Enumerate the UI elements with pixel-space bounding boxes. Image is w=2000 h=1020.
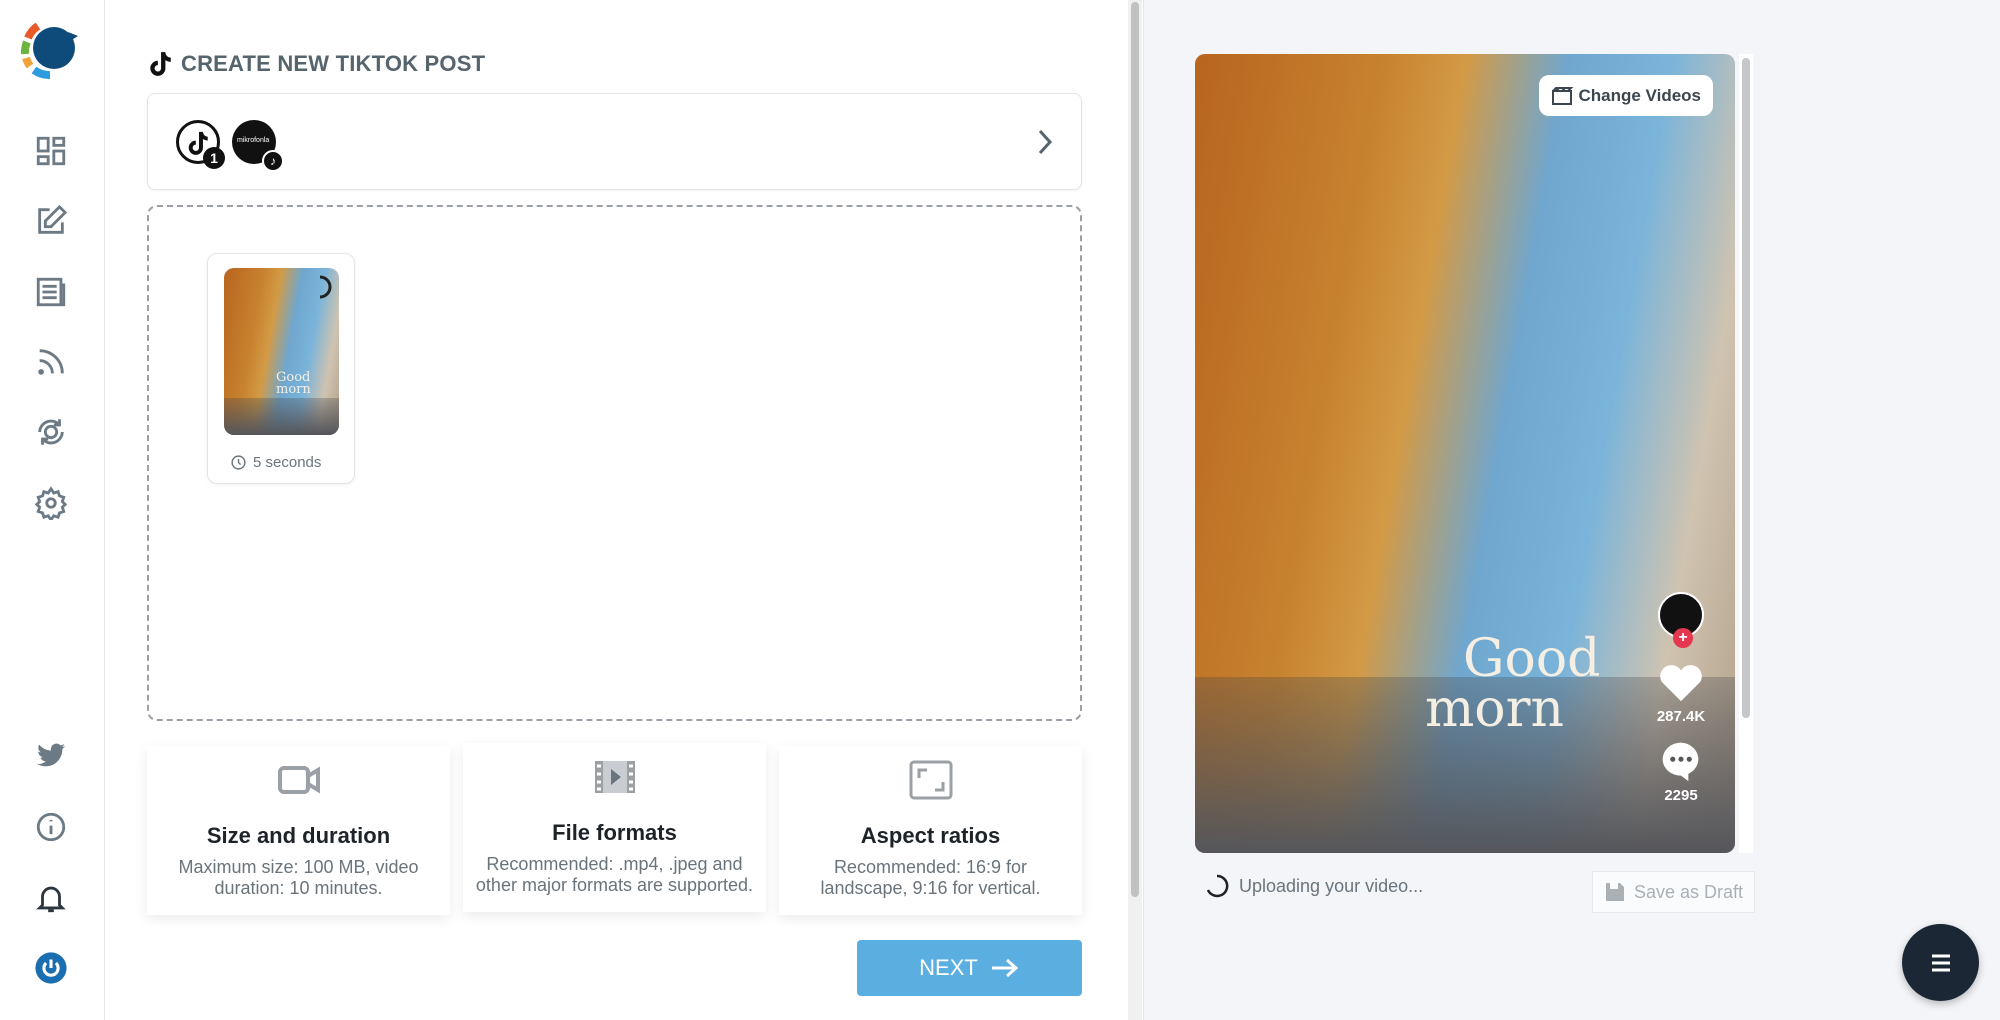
save-as-draft-button[interactable]: Save as Draft xyxy=(1592,871,1755,913)
info-card-size-duration: Size and duration Maximum size: 100 MB, … xyxy=(147,746,450,915)
power-logout-icon[interactable] xyxy=(33,950,69,986)
app-logo[interactable] xyxy=(20,18,82,80)
upload-status: Uploading your video... xyxy=(1205,874,1423,898)
media-dropzone[interactable]: Good morn 5 seconds xyxy=(147,205,1082,721)
selected-count-badge: 1 xyxy=(203,147,225,169)
loading-spinner-icon xyxy=(319,275,332,299)
tiktok-platform-avatar[interactable]: 1 xyxy=(176,120,225,169)
chevron-right-icon[interactable] xyxy=(1037,128,1053,156)
follow-plus-icon: + xyxy=(1673,628,1693,648)
video-edit-icon xyxy=(1551,86,1573,105)
twitter-icon[interactable] xyxy=(33,738,69,774)
video-preview[interactable]: Change Videos Good morn + 287.4K 2295 xyxy=(1195,54,1735,853)
rss-feed-icon[interactable] xyxy=(33,344,69,380)
notifications-bell-icon[interactable] xyxy=(33,880,69,916)
comment-icon xyxy=(1662,742,1699,782)
page-title-text: CREATE NEW TIKTOK POST xyxy=(181,51,486,76)
floppy-disk-icon xyxy=(1605,883,1624,901)
tiktok-action-rail: + 287.4K 2295 xyxy=(1656,592,1706,804)
schedule-sync-icon[interactable] xyxy=(33,414,69,450)
clock-icon xyxy=(231,455,246,470)
creator-avatar: + xyxy=(1658,592,1704,648)
menu-fab-button[interactable] xyxy=(1902,924,1979,1001)
info-card-title: Aspect ratios xyxy=(860,823,1001,848)
info-card-file-formats: File formats Recommended: .mp4, .jpeg an… xyxy=(463,743,766,912)
video-thumbnail-card[interactable]: Good morn 5 seconds xyxy=(207,253,355,484)
loading-spinner-icon xyxy=(1206,874,1229,898)
info-card-text: Recommended: 16:9 for landscape, 9:16 fo… xyxy=(820,857,1041,898)
compose-icon[interactable] xyxy=(33,203,69,239)
info-card-title: Size and duration xyxy=(206,823,391,848)
settings-gear-icon[interactable] xyxy=(33,485,69,521)
duration-text: 5 seconds xyxy=(253,454,322,471)
heart-icon xyxy=(1660,665,1702,702)
overlay-line-1: Good xyxy=(1463,629,1601,689)
video-duration: 5 seconds xyxy=(230,454,321,471)
hamburger-menu-icon xyxy=(1931,954,1950,971)
save-as-draft-label: Save as Draft xyxy=(1633,881,1744,902)
overlay-line-2: morn xyxy=(1425,679,1564,739)
dashboard-icon[interactable] xyxy=(33,133,69,169)
next-label: NEXT xyxy=(919,955,978,980)
change-videos-button[interactable]: Change Videos xyxy=(1538,75,1713,116)
page-title: CREATE NEW TIKTOK POST xyxy=(147,50,485,78)
main-scrollbar[interactable] xyxy=(1128,0,1142,1020)
thumbnail-overlay-text: Good morn xyxy=(276,370,311,397)
video-thumbnail: Good morn xyxy=(224,268,339,435)
tiktok-icon xyxy=(150,52,171,76)
info-card-title: File formats xyxy=(552,820,677,845)
account-selector[interactable]: 1 mikrofonla ♪ xyxy=(147,93,1082,190)
aspect-ratio-icon xyxy=(909,760,952,800)
video-camera-icon xyxy=(277,766,320,794)
likes-count: 287.4K xyxy=(1656,708,1706,725)
film-icon xyxy=(594,761,635,793)
comments-count: 2295 xyxy=(1664,787,1698,804)
account-name: mikrofonla xyxy=(237,137,270,144)
arrow-right-icon xyxy=(991,958,1019,978)
next-button[interactable]: NEXT xyxy=(857,940,1082,996)
posts-icon[interactable] xyxy=(33,274,69,310)
tiktok-badge-icon: ♪ xyxy=(262,150,284,172)
info-card-aspect-ratios: Aspect ratios Recommended: 16:9 for land… xyxy=(779,746,1082,915)
preview-scrollbar[interactable] xyxy=(1739,54,1753,853)
account-avatar[interactable]: mikrofonla ♪ xyxy=(232,120,284,172)
info-card-text: Recommended: .mp4, .jpeg and other major… xyxy=(475,854,754,895)
upload-status-text: Uploading your video... xyxy=(1239,875,1424,896)
video-overlay-text: Good morn xyxy=(1425,629,1601,739)
info-card-text: Maximum size: 100 MB, video duration: 10… xyxy=(178,857,419,898)
sidebar xyxy=(0,0,105,1020)
change-videos-label: Change Videos xyxy=(1578,85,1702,105)
info-icon[interactable] xyxy=(33,809,69,845)
